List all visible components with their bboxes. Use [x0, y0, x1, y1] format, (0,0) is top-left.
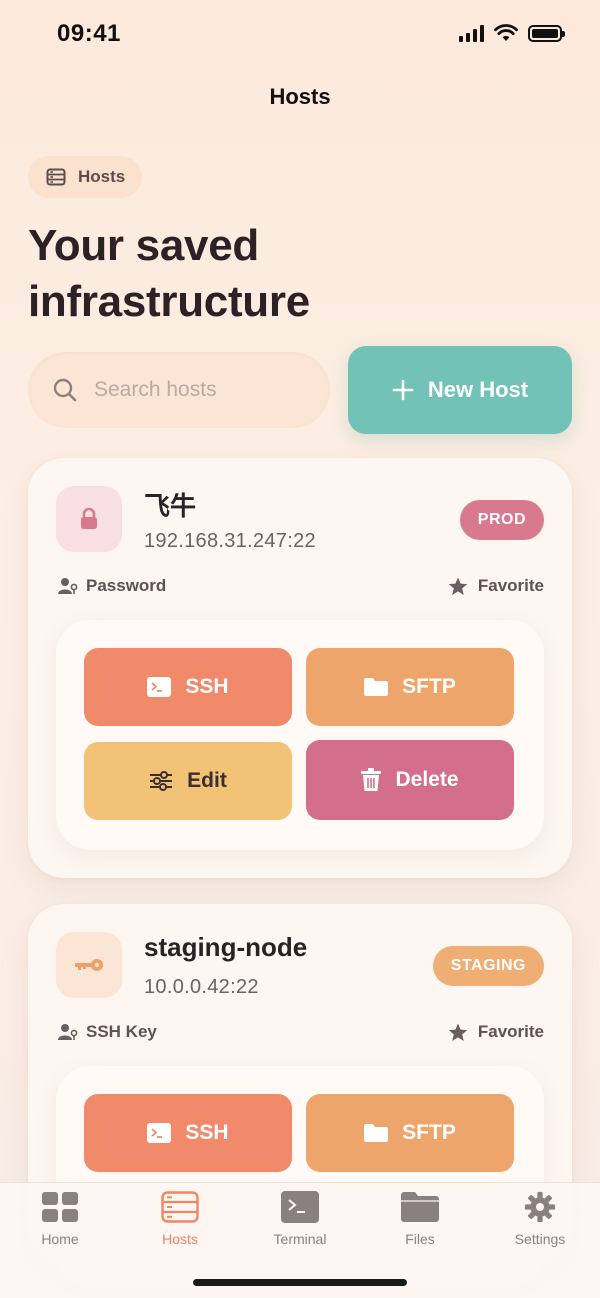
host-address: 10.0.0.42:22	[144, 976, 259, 998]
section-chip: Hosts	[28, 156, 143, 198]
host-card[interactable]: 飞牛 192.168.31.247:22 PROD Password Favor…	[28, 458, 572, 878]
tab-label: Terminal	[273, 1231, 327, 1247]
edit-label: Edit	[187, 769, 227, 792]
search-input[interactable]	[94, 378, 304, 402]
host-name: staging-node	[144, 932, 308, 962]
new-host-button[interactable]: New Host	[348, 346, 572, 434]
delete-label: Delete	[395, 768, 459, 791]
star-icon	[448, 577, 468, 595]
plus-icon	[392, 379, 414, 401]
status-bar: 09:41	[0, 0, 600, 70]
page-headline: Your saved infrastructure	[28, 218, 568, 330]
tab-terminal[interactable]: Terminal	[240, 1191, 360, 1247]
search-icon	[53, 378, 77, 402]
host-icon-badge	[56, 932, 122, 998]
search-field[interactable]	[28, 352, 330, 428]
server-icon	[46, 168, 66, 186]
grid-icon	[42, 1192, 78, 1222]
chip-label: Hosts	[78, 167, 126, 186]
terminal-icon	[147, 1123, 172, 1143]
terminal-icon	[281, 1191, 319, 1223]
tab-label: Hosts	[162, 1231, 198, 1247]
host-name: 飞牛	[144, 491, 197, 521]
folder-icon	[401, 1192, 439, 1222]
environment-badge: PROD	[459, 500, 544, 540]
host-icon-badge	[56, 486, 122, 552]
key-icon	[75, 959, 103, 971]
sftp-label: SFTP	[402, 1121, 456, 1144]
ssh-label: SSH	[185, 675, 229, 698]
edit-button[interactable]: Edit	[84, 742, 292, 820]
auth-method: SSH Key	[58, 1022, 157, 1042]
tab-label: Home	[41, 1231, 79, 1247]
user-key-icon	[58, 1024, 78, 1040]
folder-icon	[364, 1124, 389, 1142]
terminal-icon	[147, 677, 172, 697]
ssh-label: SSH	[185, 1121, 229, 1144]
status-time: 09:41	[57, 20, 121, 47]
user-key-icon	[58, 578, 78, 594]
home-indicator	[193, 1279, 407, 1286]
headline-line-1: Your saved	[28, 221, 259, 270]
cellular-signal-icon	[459, 24, 484, 42]
status-icons	[459, 24, 565, 42]
battery-icon	[528, 24, 565, 42]
ssh-button[interactable]: SSH	[84, 648, 292, 726]
tab-hosts[interactable]: Hosts	[120, 1191, 240, 1247]
server-icon	[161, 1191, 199, 1223]
sftp-label: SFTP	[402, 675, 456, 698]
sliders-icon	[150, 771, 173, 791]
favorite-label: Favorite	[477, 1022, 544, 1041]
favorite-toggle[interactable]: Favorite	[448, 576, 544, 596]
nav-title: Hosts	[269, 84, 331, 109]
tab-files[interactable]: Files	[360, 1191, 480, 1247]
ssh-button[interactable]: SSH	[84, 1094, 292, 1172]
host-address: 192.168.31.247:22	[144, 530, 316, 552]
tab-label: Settings	[514, 1231, 566, 1247]
tab-label: Files	[405, 1231, 435, 1247]
actions-panel: SSH SFTP Edit Delete	[56, 620, 544, 850]
star-icon	[448, 1023, 468, 1041]
lock-icon	[81, 507, 97, 529]
auth-label: SSH Key	[86, 1022, 157, 1041]
favorite-toggle[interactable]: Favorite	[448, 1022, 544, 1042]
trash-icon	[361, 768, 382, 791]
new-host-label: New Host	[427, 377, 529, 402]
headline-line-2: infrastructure	[28, 277, 310, 326]
environment-badge: STAGING	[432, 946, 544, 986]
auth-label: Password	[86, 576, 167, 595]
delete-button[interactable]: Delete	[306, 740, 514, 820]
favorite-label: Favorite	[477, 576, 544, 595]
tab-home[interactable]: Home	[0, 1191, 120, 1247]
sftp-button[interactable]: SFTP	[306, 648, 514, 726]
sftp-button[interactable]: SFTP	[306, 1094, 514, 1172]
wifi-icon	[494, 24, 518, 41]
tab-settings[interactable]: Settings	[480, 1191, 600, 1247]
gear-icon	[524, 1191, 556, 1223]
auth-method: Password	[58, 576, 166, 596]
folder-icon	[364, 678, 389, 696]
